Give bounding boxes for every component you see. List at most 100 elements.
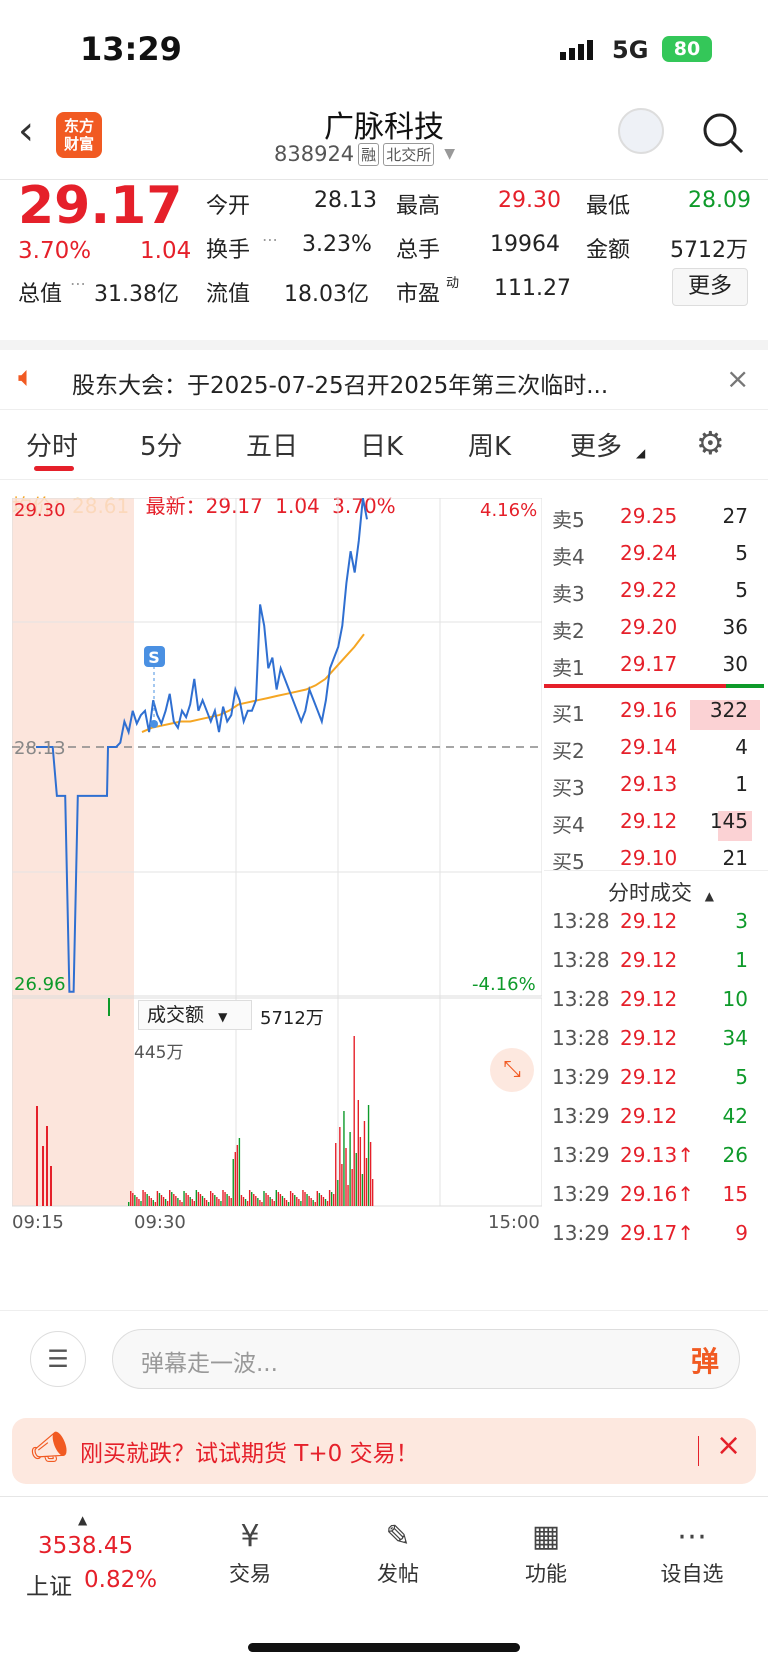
tick-volume: 3	[735, 909, 748, 933]
robot-avatar-icon[interactable]	[618, 108, 664, 154]
index-ticker[interactable]: ▲ 3538.45 上证 0.82%	[20, 1513, 170, 1603]
tab-5day[interactable]: 五日	[246, 426, 298, 463]
ask-price: 29.24	[620, 541, 678, 565]
ask-row[interactable]: 卖4 29.24 5	[544, 541, 754, 578]
time-label-start: 09:15	[12, 1212, 64, 1233]
mktcap-value: 31.38亿	[94, 282, 179, 307]
ask-label: 卖2	[552, 619, 585, 643]
danmaku-settings-icon[interactable]: ☰	[30, 1331, 86, 1387]
volume-bar	[246, 1201, 249, 1206]
tick-price: 29.12	[620, 1065, 678, 1089]
tab-intraday[interactable]: 分时	[26, 426, 78, 463]
bid-ask-ratio-bar	[544, 684, 764, 688]
bid-row[interactable]: 买2 29.14 4	[544, 735, 754, 772]
promo-banner[interactable]: 📣︎ 刚买就跌？试试期货 T+0 交易！ ×	[12, 1418, 756, 1484]
tick-time: 13:28	[552, 987, 610, 1011]
low-value: 28.09	[688, 188, 751, 213]
tick-time: 13:29	[552, 1221, 610, 1245]
network-label: 5G	[612, 36, 649, 64]
info-icon[interactable]: ⋯	[70, 274, 86, 293]
tab-5min[interactable]: 5分	[140, 426, 183, 463]
tab-daily-k[interactable]: 日K	[360, 426, 403, 463]
tab-weekly-k[interactable]: 周K	[468, 426, 511, 463]
volume-selector[interactable]: 成交额 ▼	[138, 1000, 252, 1030]
tick-row: 13:29 29.17↑ 9	[544, 1221, 754, 1260]
volume-bar	[347, 1185, 349, 1206]
speaker-icon: 🔈︎	[18, 360, 35, 393]
volume-bar	[351, 1169, 353, 1206]
tick-list[interactable]: 分时成交 ▲ 13:28 29.12 3 13:28 29.12 1 13:28 2…	[544, 870, 768, 1250]
y-mid-label: 28.13	[14, 738, 66, 759]
home-indicator	[248, 1643, 520, 1652]
volume-bar	[306, 1194, 308, 1206]
ask-label: 卖3	[552, 582, 585, 606]
stock-header: ‹ 东方 财富 广脉科技 838924 融 北交所 ▼	[0, 100, 768, 180]
volume-bar	[222, 1190, 224, 1206]
volume-bar	[298, 1199, 300, 1206]
nav-trade[interactable]: ¥ 交易	[210, 1519, 290, 1588]
volume-bar	[146, 1194, 148, 1206]
volume-bar	[228, 1196, 230, 1206]
tick-title[interactable]: 分时成交 ▲	[608, 877, 714, 907]
tick-price: 29.12	[620, 987, 678, 1011]
volume-bar	[300, 1201, 302, 1206]
volume-bar	[283, 1198, 286, 1206]
volume-bar	[345, 1148, 347, 1206]
close-icon[interactable]: ×	[716, 1428, 741, 1463]
bid-row[interactable]: 买4 29.12 145	[544, 809, 754, 846]
volume-bar	[240, 1195, 243, 1206]
bid-row[interactable]: 买3 29.13 1	[544, 772, 754, 809]
volume-bar	[142, 1190, 144, 1206]
nav-watchlist[interactable]: ⋯ 设自选	[652, 1519, 732, 1588]
volume-bar	[369, 1142, 372, 1206]
bid-row[interactable]: 买1 29.16 322	[544, 698, 760, 735]
volume-bar	[203, 1198, 206, 1206]
volume-bar	[175, 1196, 177, 1206]
index-pct: 0.82%	[84, 1567, 158, 1593]
tab-active-indicator	[34, 466, 74, 471]
settings-gear-icon[interactable]: ⚙	[696, 424, 725, 462]
volume-bar	[138, 1199, 140, 1206]
volume-bar	[363, 1121, 366, 1206]
edit-icon: ✎	[385, 1519, 411, 1554]
tick-row: 13:29 29.12 5	[544, 1065, 754, 1104]
ask-volume: 5	[735, 578, 748, 602]
tick-time: 13:29	[552, 1104, 610, 1128]
volume-bar	[265, 1193, 267, 1206]
volume-bar	[285, 1200, 288, 1206]
tick-row: 13:28 29.12 3	[544, 909, 754, 948]
open-value: 28.13	[314, 188, 377, 213]
ask-row[interactable]: 卖2 29.20 36	[544, 615, 754, 652]
high-value: 29.30	[498, 188, 561, 213]
volume-bar	[181, 1202, 183, 1206]
nav-functions[interactable]: ▦ 功能	[506, 1519, 586, 1588]
volume-bar	[367, 1105, 370, 1206]
ask-row[interactable]: 卖5 29.25 27	[544, 504, 754, 541]
volume-bar	[353, 1036, 355, 1206]
tick-row: 13:29 29.13↑ 26	[544, 1143, 754, 1182]
volume-bar	[197, 1192, 200, 1206]
danmaku-input[interactable]: 弹幕走一波... 弹	[112, 1329, 740, 1389]
ask-row[interactable]: 卖3 29.22 5	[544, 578, 754, 615]
high-label: 最高	[396, 194, 441, 219]
volume-bar	[277, 1192, 280, 1206]
nav-post[interactable]: ✎ 发帖	[358, 1519, 438, 1588]
price-chart-svg[interactable]: S	[12, 498, 542, 1238]
volume-bar	[171, 1192, 173, 1206]
index-value: 3538.45	[38, 1533, 134, 1559]
search-icon[interactable]	[700, 110, 746, 160]
ask-label: 卖1	[552, 656, 585, 680]
notice-bar[interactable]: 🔈︎ 股东大会：于2025-07-25召开2025年第三次临时... ×	[0, 340, 768, 410]
volume-bar	[308, 1196, 310, 1206]
stock-code-row[interactable]: 838924 融 北交所 ▼	[274, 142, 455, 166]
volume-bar	[210, 1191, 212, 1206]
danmaku-send-button[interactable]: 弹	[691, 1340, 719, 1380]
bid-volume: 145	[709, 809, 748, 833]
expand-icon[interactable]: ⤡	[490, 1048, 534, 1092]
caret-up-icon: ▲	[78, 1513, 88, 1527]
close-icon[interactable]: ×	[726, 362, 749, 395]
info-icon[interactable]: ⋯	[262, 230, 278, 249]
more-button[interactable]: 更多	[672, 268, 748, 306]
volume-bar	[134, 1195, 136, 1206]
tab-more[interactable]: 更多	[570, 426, 622, 463]
